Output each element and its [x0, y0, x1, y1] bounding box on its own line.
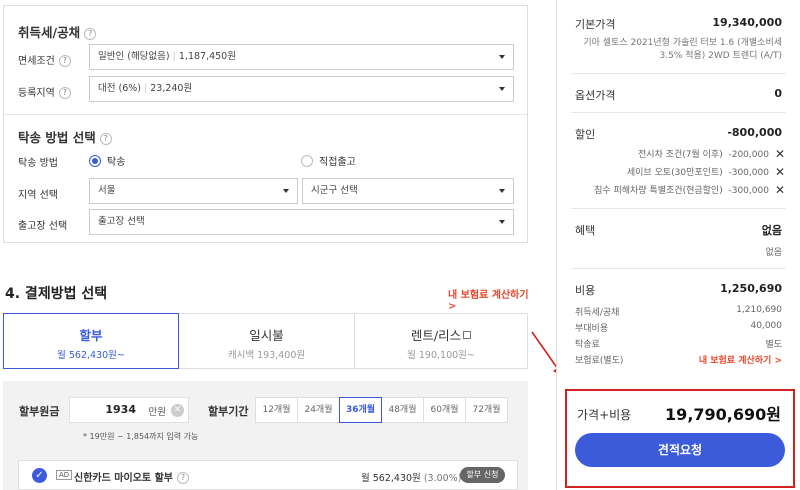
quote-request-button[interactable]: 견적요청	[575, 433, 785, 467]
benefit-sub: 없음	[765, 248, 782, 258]
installment-apply-button[interactable]: 할부 신청	[460, 467, 505, 483]
radio-checked-icon	[89, 155, 101, 167]
tax-section-title: 취득세/공채?	[18, 22, 97, 41]
district-select[interactable]: 시군구 선택	[302, 178, 514, 204]
input-hint: * 19만원 ~ 1,854까지 입력 가능	[83, 432, 199, 441]
divider	[571, 112, 786, 113]
radio-pickup[interactable]: 직접출고	[301, 153, 356, 168]
tab-label: 일시불	[249, 328, 284, 343]
close-icon[interactable]: ✕	[775, 165, 785, 179]
insurance-calc-link[interactable]: 내 보험료 계산하기 >	[699, 353, 782, 366]
car-description: 기아 셀토스 2021년형 가솔린 터보 1.6 (개별소비세 3.5% 적용)…	[583, 38, 782, 61]
close-icon[interactable]: ✕	[775, 183, 785, 197]
discount-item: 전시차 조건(7월 이후) -200,000 ✕	[638, 147, 785, 161]
help-icon[interactable]: ?	[176, 472, 189, 484]
delivery-method-label: 탁송 방법	[18, 158, 58, 169]
tab-label: 렌트/리스	[355, 325, 527, 344]
card-name: 신한카드 마이오토 할부?	[74, 469, 189, 484]
principal-label: 할부원금	[19, 405, 60, 418]
ad-badge: AD	[56, 470, 73, 480]
radio-delivery[interactable]: 탁송	[89, 153, 125, 168]
exemption-select[interactable]: 일반인 (해당없음) | 1,187,450원	[89, 44, 514, 70]
exemption-label: 면세조건?	[18, 52, 71, 67]
help-icon[interactable]: ?	[84, 27, 97, 40]
payment-title: 4. 결제방법 선택	[5, 286, 108, 302]
cost-value: 1,250,690	[720, 282, 782, 295]
benefit-value: 없음	[761, 224, 782, 237]
principal-value: 1934	[105, 403, 136, 416]
chevron-down-icon	[499, 55, 505, 59]
total-label: 가격+비용	[577, 408, 632, 422]
month-option[interactable]: 48개월	[381, 397, 424, 423]
total-highlight-box: 가격+비용 19,790,690원 견적요청	[565, 389, 795, 488]
center-label: 출고장 선택	[18, 221, 68, 232]
cost-item: 취득세/공채 1,210,690	[575, 305, 782, 318]
tab-installment[interactable]: 할부 월 562,430원~	[3, 313, 179, 369]
tab-lump-sum[interactable]: 일시불 캐시백 193,400원	[179, 314, 354, 368]
tab-sub: 캐시백 193,400원	[227, 350, 306, 361]
region-label: 등록지역?	[18, 84, 71, 99]
chevron-down-icon	[499, 220, 505, 224]
period-label: 할부기간	[208, 405, 249, 418]
cost-label: 비용	[575, 284, 596, 297]
document-icon	[463, 331, 472, 339]
check-icon[interactable]: ✓	[32, 468, 47, 483]
divider	[571, 208, 786, 209]
tax-delivery-section: 취득세/공채? 면세조건? 일반인 (해당없음) | 1,187,450원 등록…	[3, 5, 528, 243]
base-price-label: 기본가격	[575, 18, 616, 31]
left-panel: 취득세/공채? 면세조건? 일반인 (해당없음) | 1,187,450원 등록…	[0, 0, 530, 490]
month-option[interactable]: 72개월	[465, 397, 508, 423]
clear-icon[interactable]: ✕	[171, 404, 184, 417]
chevron-down-icon	[283, 189, 289, 193]
divider	[4, 114, 527, 115]
principal-unit: 만원	[148, 407, 166, 418]
tab-label: 할부	[79, 328, 103, 343]
card-offer-row[interactable]: ✓ AD 신한카드 마이오토 할부? 월 562,430원 (3.00%) 할부…	[18, 460, 518, 490]
delivery-section-title: 탁송 방법 선택?	[18, 127, 112, 146]
benefit-label: 혜택	[575, 224, 596, 237]
tab-rent-lease[interactable]: 렌트/리스 월 190,100원~	[354, 314, 527, 368]
chevron-down-icon	[499, 189, 505, 193]
tab-sub: 월 190,100원~	[407, 350, 475, 361]
total-value: 19,790,690원	[665, 405, 781, 424]
divider	[571, 268, 786, 269]
option-price-label: 옵션가격	[575, 89, 616, 102]
discount-value: -800,000	[727, 126, 782, 139]
insurance-calc-link[interactable]: 내 보험료 계산하기 >	[448, 286, 530, 312]
option-price-value: 0	[774, 87, 782, 100]
tab-sub: 월 562,430원~	[57, 350, 125, 361]
discount-label: 할인	[575, 128, 596, 141]
month-option[interactable]: 24개월	[297, 397, 340, 423]
center-select[interactable]: 출고장 선택	[89, 209, 514, 235]
cost-item: 부대비용 40,000	[575, 321, 782, 334]
cost-item: 보험료(별도) 내 보험료 계산하기 >	[575, 353, 782, 366]
discount-item: 세이브 오토(30만포인트) -300,000 ✕	[626, 165, 785, 179]
delivery-region-label: 지역 선택	[18, 190, 58, 201]
month-option-selected[interactable]: 36개월	[339, 397, 382, 423]
cost-item: 탁송료 별도	[575, 340, 782, 350]
help-icon[interactable]: ?	[58, 55, 71, 67]
divider	[571, 73, 786, 74]
card-monthly-amount: 월 562,430원 (3.00%)	[361, 473, 462, 484]
month-option[interactable]: 60개월	[423, 397, 466, 423]
help-icon[interactable]: ?	[58, 87, 71, 99]
payment-tabs: 할부 월 562,430원~ 일시불 캐시백 193,400원 렌트/리스 월 …	[3, 313, 528, 369]
principal-input[interactable]: 1934 만원 ✕	[69, 397, 189, 423]
region-select[interactable]: 대전 (6%) | 23,240원	[89, 76, 514, 102]
help-icon[interactable]: ?	[99, 132, 112, 145]
discount-item: 침수 피해차량 특별조건(현금할인) -300,000 ✕	[594, 183, 785, 197]
chevron-down-icon	[499, 87, 505, 91]
city-select[interactable]: 서울	[89, 178, 298, 204]
base-price-value: 19,340,000	[712, 16, 782, 29]
radio-unchecked-icon	[301, 155, 313, 167]
installment-panel: 할부원금 1934 만원 ✕ 할부기간 12개월 24개월 36개월 48개월 …	[3, 381, 528, 490]
close-icon[interactable]: ✕	[775, 147, 785, 161]
month-option[interactable]: 12개월	[255, 397, 298, 423]
